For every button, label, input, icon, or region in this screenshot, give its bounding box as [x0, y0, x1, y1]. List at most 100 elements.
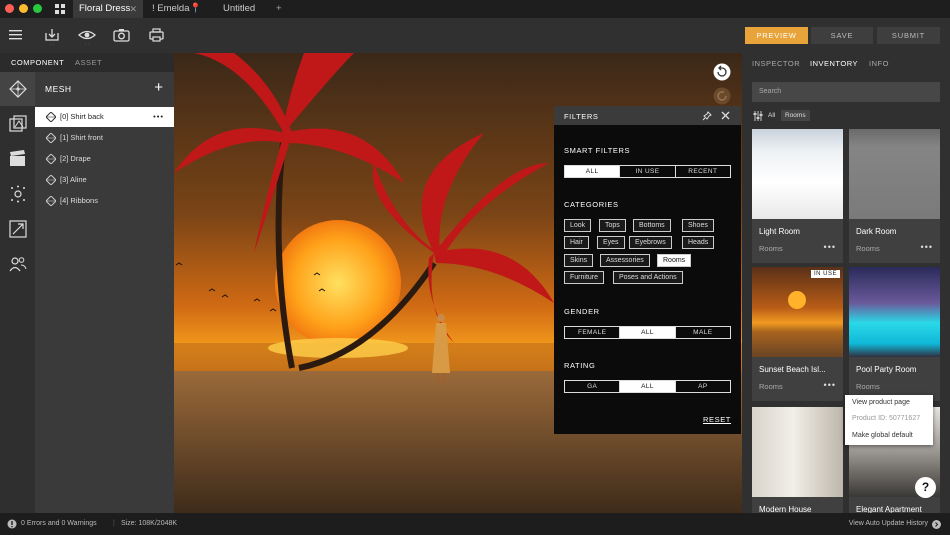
- inventory-card[interactable]: Modern House: [752, 407, 843, 513]
- gender-all[interactable]: ALL: [620, 327, 676, 338]
- tab-emelda[interactable]: ! Emelda📍: [146, 0, 212, 18]
- rating-ga[interactable]: GA: [565, 381, 621, 392]
- maximize-window-button[interactable]: [33, 4, 42, 13]
- card-more-button[interactable]: •••: [824, 242, 836, 252]
- filter-sliders-icon[interactable]: [753, 111, 763, 121]
- smart-filter-all[interactable]: ALL: [565, 166, 621, 177]
- tab-label: Untitled: [223, 3, 256, 14]
- eye-icon[interactable]: [78, 27, 96, 45]
- filter-chip-rooms[interactable]: Rooms: [781, 110, 810, 121]
- new-tab-button[interactable]: +: [270, 0, 288, 18]
- save-button[interactable]: SAVE: [811, 27, 873, 44]
- category-chip-furniture[interactable]: Furniture: [564, 271, 605, 284]
- mesh-item-more-button[interactable]: •••: [153, 107, 164, 127]
- inventory-card[interactable]: Light Room Rooms •••: [752, 129, 843, 263]
- tab-component[interactable]: COMPONENT: [11, 58, 64, 67]
- tool-rail: [0, 72, 35, 513]
- category-chip-skins[interactable]: Skins: [564, 254, 594, 267]
- inventory-card[interactable]: IN USE Sunset Beach Isl... Rooms •••: [752, 267, 843, 401]
- camera-icon[interactable]: [113, 28, 131, 46]
- rail-particles[interactable]: [0, 177, 35, 211]
- chevron-right-icon[interactable]: [932, 520, 941, 529]
- category-chip-bottoms[interactable]: Bottoms: [633, 219, 671, 232]
- submit-button[interactable]: SUBMIT: [877, 27, 940, 44]
- tab-label: ! Emelda📍: [152, 3, 202, 14]
- preview-button[interactable]: PREVIEW: [745, 27, 808, 44]
- filter-all-label[interactable]: All: [768, 112, 775, 119]
- tab-inventory[interactable]: INVENTORY: [810, 59, 858, 68]
- card-more-button[interactable]: •••: [824, 380, 836, 390]
- card-thumbnail: [849, 129, 940, 219]
- grid-menu-icon[interactable]: [55, 4, 65, 14]
- mesh-item[interactable]: [4] Ribbons: [35, 191, 174, 211]
- card-name: Sunset Beach Isl...: [759, 365, 826, 374]
- toolbar: PREVIEW SAVE SUBMIT: [0, 18, 950, 53]
- filters-panel: FILTERS SMART FILTERS ALL IN USE RECENT …: [554, 106, 741, 434]
- rail-transform[interactable]: [0, 212, 35, 246]
- help-button[interactable]: ?: [915, 477, 936, 498]
- mesh-item-icon: [46, 133, 56, 143]
- category-chip-tops[interactable]: Tops: [599, 219, 626, 232]
- reset-button[interactable]: RESET: [703, 415, 731, 424]
- inventory-card[interactable]: Dark Room Rooms •••: [849, 129, 940, 263]
- tab-asset[interactable]: ASSET: [75, 58, 102, 67]
- search-input[interactable]: Search: [752, 82, 940, 102]
- close-tab-icon[interactable]: ✕: [129, 0, 137, 18]
- category-chip-eyes[interactable]: Eyes: [597, 236, 625, 249]
- category-chip-heads[interactable]: Heads: [682, 236, 715, 249]
- mesh-item[interactable]: [1] Shirt front: [35, 128, 174, 148]
- rating-segmented: GA ALL AP: [564, 380, 731, 393]
- rail-animation[interactable]: [0, 142, 35, 176]
- tab-info[interactable]: INFO: [869, 59, 889, 68]
- category-chip-poses-and-actions[interactable]: Poses and Actions: [613, 271, 683, 284]
- errors-warnings-status[interactable]: 0 Errors and 0 Warnings: [21, 513, 97, 535]
- minimize-window-button[interactable]: [19, 4, 28, 13]
- transform-icon: [9, 220, 27, 238]
- inventory-card[interactable]: Pool Party Room Rooms: [849, 267, 940, 401]
- rail-users[interactable]: [0, 247, 35, 281]
- mesh-item-icon: [46, 196, 56, 206]
- tab-inspector[interactable]: INSPECTOR: [752, 59, 800, 68]
- card-thumbnail: [752, 267, 843, 357]
- category-chip-eyebrows[interactable]: Eyebrows: [629, 236, 672, 249]
- close-icon[interactable]: [721, 111, 730, 120]
- mesh-item[interactable]: [0] Shirt back •••: [35, 107, 174, 127]
- print-icon[interactable]: [148, 28, 166, 46]
- redo-icon[interactable]: [713, 87, 731, 105]
- category-chip-hair[interactable]: Hair: [564, 236, 589, 249]
- clapperboard-icon: [10, 150, 25, 166]
- tab-label: Floral Dress: [79, 3, 131, 14]
- smart-filter-in-use[interactable]: IN USE: [620, 166, 676, 177]
- category-chip-look[interactable]: Look: [564, 219, 592, 232]
- add-mesh-button[interactable]: +: [154, 79, 163, 96]
- rating-ap[interactable]: AP: [676, 381, 730, 392]
- auto-update-history-link[interactable]: View Auto Update History: [849, 513, 928, 535]
- mesh-item[interactable]: [2] Drape: [35, 149, 174, 169]
- smart-filter-recent[interactable]: RECENT: [676, 166, 730, 177]
- pin-icon[interactable]: [702, 111, 712, 121]
- smart-filter-segmented: ALL IN USE RECENT: [564, 165, 731, 178]
- card-more-button[interactable]: •••: [921, 242, 933, 252]
- gender-female[interactable]: FEMALE: [565, 327, 621, 338]
- gender-segmented: FEMALE ALL MALE: [564, 326, 731, 339]
- rating-all[interactable]: ALL: [620, 381, 676, 392]
- undo-icon[interactable]: [713, 63, 731, 81]
- gender-male[interactable]: MALE: [676, 327, 730, 338]
- tab-floral-dress[interactable]: Floral Dress ✕: [73, 0, 143, 18]
- category-chip-rooms[interactable]: Rooms: [657, 254, 692, 267]
- size-status: Size: 108K/2048K: [121, 520, 178, 527]
- rail-textures[interactable]: [0, 107, 35, 141]
- view-product-page-item[interactable]: View product page: [852, 399, 910, 406]
- category-chip-assessories[interactable]: Assessories: [600, 254, 650, 267]
- mesh-item[interactable]: [3] Aline: [35, 170, 174, 190]
- status-divider: |: [113, 520, 115, 527]
- category-chip-shoes[interactable]: Shoes: [682, 219, 714, 232]
- close-window-button[interactable]: [5, 4, 14, 13]
- tab-untitled[interactable]: Untitled: [217, 0, 267, 18]
- make-global-default-item[interactable]: Make global default: [852, 432, 913, 439]
- hamburger-menu-icon[interactable]: [8, 28, 26, 46]
- download-icon[interactable]: [43, 27, 61, 45]
- texture-layers-icon: [9, 115, 27, 132]
- in-use-badge: IN USE: [810, 270, 840, 278]
- rail-mesh[interactable]: [0, 72, 35, 106]
